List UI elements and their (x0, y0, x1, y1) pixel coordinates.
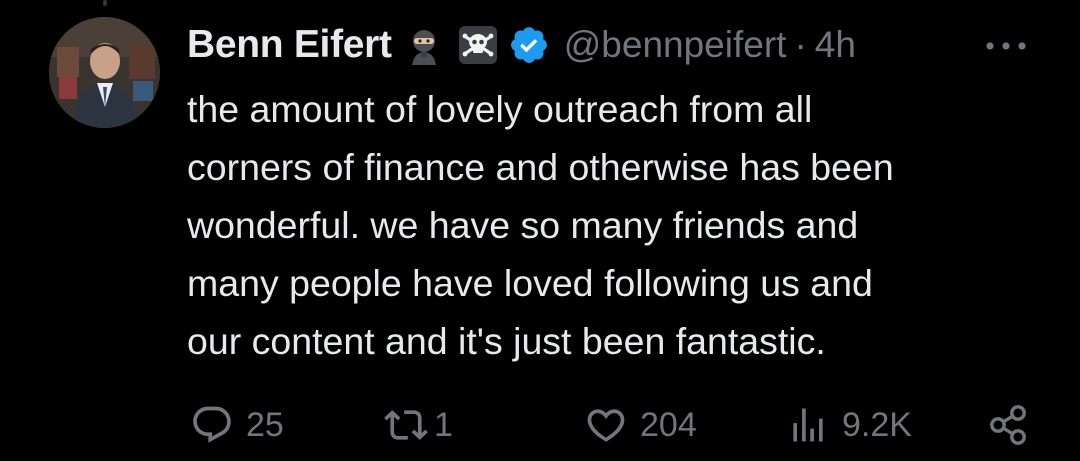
views-chart-icon (793, 408, 823, 442)
display-name[interactable]: Benn Eifert (187, 23, 392, 67)
heart-icon (587, 409, 625, 442)
user-handle[interactable]: @bennpeifert (564, 24, 787, 66)
retweet-button[interactable]: 1 (384, 398, 453, 452)
views-count: 9.2K (842, 405, 912, 444)
reply-button[interactable]: 25 (190, 398, 284, 452)
more-options-button[interactable] (984, 36, 1028, 56)
avatar[interactable] (49, 17, 160, 128)
tweet-header: Benn Eifert @bennpeifert · 4h (187, 16, 1067, 74)
like-button[interactable]: 204 (584, 398, 697, 452)
retweet-icon (384, 410, 428, 440)
timestamp[interactable]: 4h (815, 24, 856, 66)
skull-crossbones-icon (458, 25, 498, 65)
verified-badge-icon[interactable] (508, 24, 550, 66)
separator-dot: · (794, 24, 807, 65)
ninja-icon (404, 25, 444, 65)
tweet-actions: 25 1 204 9.2K (0, 398, 1080, 452)
more-horizontal-icon (986, 42, 1026, 50)
thread-line (103, 0, 107, 6)
tweet[interactable]: Benn Eifert @bennpeifert · 4h the amount… (0, 0, 1080, 461)
retweet-count: 1 (434, 405, 453, 444)
share-icon (990, 405, 1026, 445)
reply-count: 25 (246, 405, 284, 444)
views-button[interactable]: 9.2K (786, 398, 912, 452)
reply-icon (193, 406, 231, 443)
like-count: 204 (640, 405, 697, 444)
share-button[interactable] (986, 398, 1030, 452)
tweet-text: the amount of lovely outreach from all c… (187, 88, 894, 362)
